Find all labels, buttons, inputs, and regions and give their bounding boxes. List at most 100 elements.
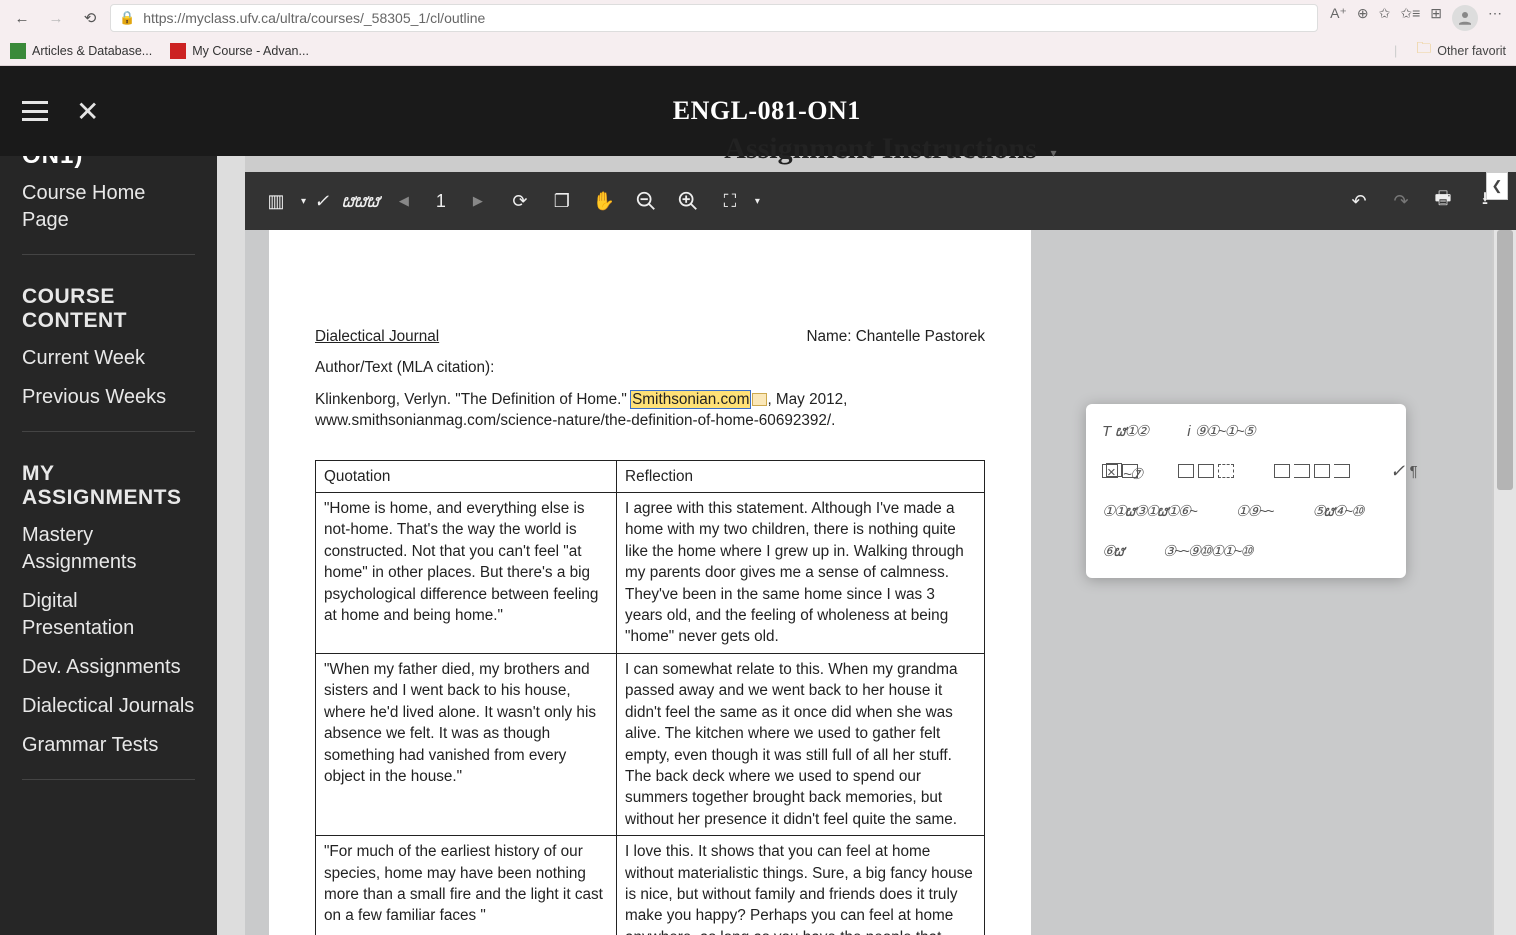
table-row: "When my father died, my brothers and si… <box>316 653 985 835</box>
prev-page-icon[interactable]: ◀ <box>387 184 421 218</box>
page-title: Assignment Instructions <box>724 132 1037 166</box>
menu-icon[interactable] <box>22 101 48 121</box>
quotation-cell: "When my father died, my brothers and si… <box>316 653 617 835</box>
other-favorites[interactable]: | 🗀 Other favorit <box>1394 38 1506 63</box>
table-header-reflection: Reflection <box>617 460 985 492</box>
bookmark-label: My Course - Advan... <box>192 44 309 58</box>
sidebar-item-home[interactable]: Course Home Page <box>22 174 195 240</box>
bookmark-item[interactable]: Articles & Database... <box>10 43 152 59</box>
doc-name-field: Name: Chantelle Pastorek <box>806 326 985 347</box>
close-icon[interactable]: ✕ <box>76 95 99 128</box>
print-icon[interactable]: 🖶 <box>1426 184 1460 218</box>
comment-icon[interactable] <box>752 393 767 406</box>
palette-tool-row3c[interactable]: ⑤ຜ④~⑩ <box>1312 502 1362 520</box>
palette-tool-box3[interactable] <box>1274 464 1350 478</box>
chrome-actions: A⁺ ⊕ ✩ ✩≡ ⊞ ⋯ <box>1324 5 1508 31</box>
sidebar-item-current-week[interactable]: Current Week <box>22 339 195 378</box>
forward-button[interactable]: → <box>42 4 70 32</box>
annotate-view-label[interactable]: ຜຜຜ <box>342 191 379 212</box>
zoom-out-icon[interactable] <box>629 184 663 218</box>
bookmark-favicon <box>170 43 186 59</box>
read-aloud-icon[interactable]: A⁺ <box>1330 5 1347 31</box>
page-number[interactable]: 1 <box>431 191 451 212</box>
citation-mid: , May 2012, <box>767 391 847 408</box>
bookmark-bar: Articles & Database... My Course - Advan… <box>0 36 1516 66</box>
chevron-down-icon[interactable]: ▾ <box>301 196 306 207</box>
thumbnails-icon[interactable]: ▥ <box>259 184 293 218</box>
sidebar-item-previous-weeks[interactable]: Previous Weeks <box>22 378 195 417</box>
next-page-icon[interactable]: ▶ <box>461 184 495 218</box>
pdf-toolbar: ▥ ▾ ✓ ຜຜຜ ◀ 1 ▶ ⟳ ❐ ✋ ⛶ ▾ <box>245 172 1516 230</box>
scrollbar[interactable] <box>1494 230 1516 935</box>
rotate-icon[interactable]: ⟳ <box>503 184 537 218</box>
palette-tool-check[interactable]: ✓¶ <box>1390 461 1417 482</box>
course-title: ENGL-081-ON1 <box>127 96 1406 126</box>
palette-tool-box2[interactable] <box>1178 464 1234 478</box>
scrollbar-thumb[interactable] <box>1497 230 1513 490</box>
bookmark-favicon <box>10 43 26 59</box>
palette-tool-box1[interactable]: ×~⑦ <box>1102 464 1138 478</box>
collections-icon[interactable]: ⊞ <box>1430 5 1442 31</box>
zoom-icon[interactable]: ⊕ <box>1357 5 1369 31</box>
sidebar-heading-content: COURSE CONTENT <box>22 269 195 339</box>
annotate-view-button[interactable]: ✓ <box>314 191 329 212</box>
more-icon[interactable]: ⋯ <box>1488 5 1502 31</box>
other-favorites-label: Other favorit <box>1437 44 1506 58</box>
zoom-in-icon[interactable] <box>671 184 705 218</box>
undo-icon[interactable]: ↶ <box>1342 184 1376 218</box>
doc-title: Dialectical Journal <box>315 326 439 347</box>
highlighted-text[interactable]: Smithsonian.com <box>631 391 750 408</box>
sidebar-item-dev-assignments[interactable]: Dev. Assignments <box>22 648 195 687</box>
lock-icon: 🔒 <box>119 10 135 26</box>
sidebar-heading-clipped: ON1) <box>22 156 195 170</box>
collapse-panel-icon[interactable]: ❮ <box>1486 172 1508 200</box>
address-bar[interactable]: 🔒 https://myclass.ufv.ca/ultra/courses/_… <box>110 4 1318 32</box>
palette-tool-row3b[interactable]: ①⑨~~ <box>1236 502 1272 520</box>
favorite-star-icon[interactable]: ✩ <box>1379 5 1391 31</box>
back-button[interactable]: ← <box>8 4 36 32</box>
reflection-cell: I agree with this statement. Although I'… <box>617 493 985 654</box>
redo-icon[interactable]: ↷ <box>1384 184 1418 218</box>
sidebar-item-dialectical-journals[interactable]: Dialectical Journals <box>22 687 195 726</box>
course-sidebar: ON1) Course Home Page COURSE CONTENT Cur… <box>0 156 217 935</box>
quotation-cell: "Home is home, and everything else is no… <box>316 493 617 654</box>
document-page: Dialectical Journal Name: Chantelle Past… <box>269 230 1031 935</box>
citation-text: Klinkenborg, Verlyn. "The Definition of … <box>315 389 985 432</box>
table-header-quotation: Quotation <box>316 460 617 492</box>
table-row: "For much of the earliest history of our… <box>316 836 985 935</box>
main-area: ON1) Course Home Page COURSE CONTENT Cur… <box>0 156 1516 935</box>
favorites-icon[interactable]: ✩≡ <box>1400 5 1420 31</box>
annotation-palette[interactable]: Tຜ①② i⑨①~①~⑤ ×~⑦ ✓¶ ①①ຜ③①ຜ①⑥~ ①⑨~~ ⑤ຜ④~⑩… <box>1086 404 1406 578</box>
citation-pre: Klinkenborg, Verlyn. "The Definition of … <box>315 391 631 408</box>
reflection-cell: I can somewhat relate to this. When my g… <box>617 653 985 835</box>
palette-tool-text[interactable]: Tຜ①② <box>1102 422 1147 440</box>
multi-page-icon[interactable]: ❐ <box>545 184 579 218</box>
palette-tool-row4a[interactable]: ⑥ຜ <box>1102 542 1123 560</box>
sidebar-item-grammar-tests[interactable]: Grammar Tests <box>22 726 195 765</box>
sidebar-heading-assignments: MY ASSIGNMENTS <box>22 446 195 516</box>
pan-hand-icon[interactable]: ✋ <box>587 184 621 218</box>
sidebar-item-digital-presentation[interactable]: Digital Presentation <box>22 582 195 648</box>
sidebar-item-mastery[interactable]: Mastery Assignments <box>22 516 195 582</box>
palette-tool-row4b[interactable]: ③~~⑨⑩①①~⑩ <box>1163 542 1252 560</box>
reflection-cell: I love this. It shows that you can feel … <box>617 836 985 935</box>
fit-page-icon[interactable]: ⛶ <box>713 184 747 218</box>
chevron-down-icon[interactable]: ▾ <box>1051 146 1057 160</box>
url-text: https://myclass.ufv.ca/ultra/courses/_58… <box>143 10 485 26</box>
bookmark-item[interactable]: My Course - Advan... <box>170 43 309 59</box>
profile-avatar[interactable] <box>1452 5 1478 31</box>
palette-tool-row3a[interactable]: ①①ຜ③①ຜ①⑥~ <box>1102 502 1196 520</box>
quotation-cell: "For much of the earliest history of our… <box>316 836 617 935</box>
journal-table: Quotation Reflection "Home is home, and … <box>315 460 985 935</box>
page-navigation: ◀ 1 ▶ <box>387 184 495 218</box>
citation-label: Author/Text (MLA citation): <box>315 357 985 378</box>
refresh-button[interactable]: ⟲ <box>76 4 104 32</box>
folder-icon: 🗀 <box>1416 38 1431 63</box>
chevron-down-icon[interactable]: ▾ <box>755 196 760 207</box>
document-viewport[interactable]: Dialectical Journal Name: Chantelle Past… <box>245 230 1492 935</box>
citation-url: www.smithsonianmag.com/science-nature/th… <box>315 412 835 429</box>
table-row: "Home is home, and everything else is no… <box>316 493 985 654</box>
bookmark-label: Articles & Database... <box>32 44 152 58</box>
browser-toolbar: ← → ⟲ 🔒 https://myclass.ufv.ca/ultra/cou… <box>0 0 1516 36</box>
palette-tool-highlight[interactable]: i⑨①~①~⑤ <box>1187 422 1254 440</box>
